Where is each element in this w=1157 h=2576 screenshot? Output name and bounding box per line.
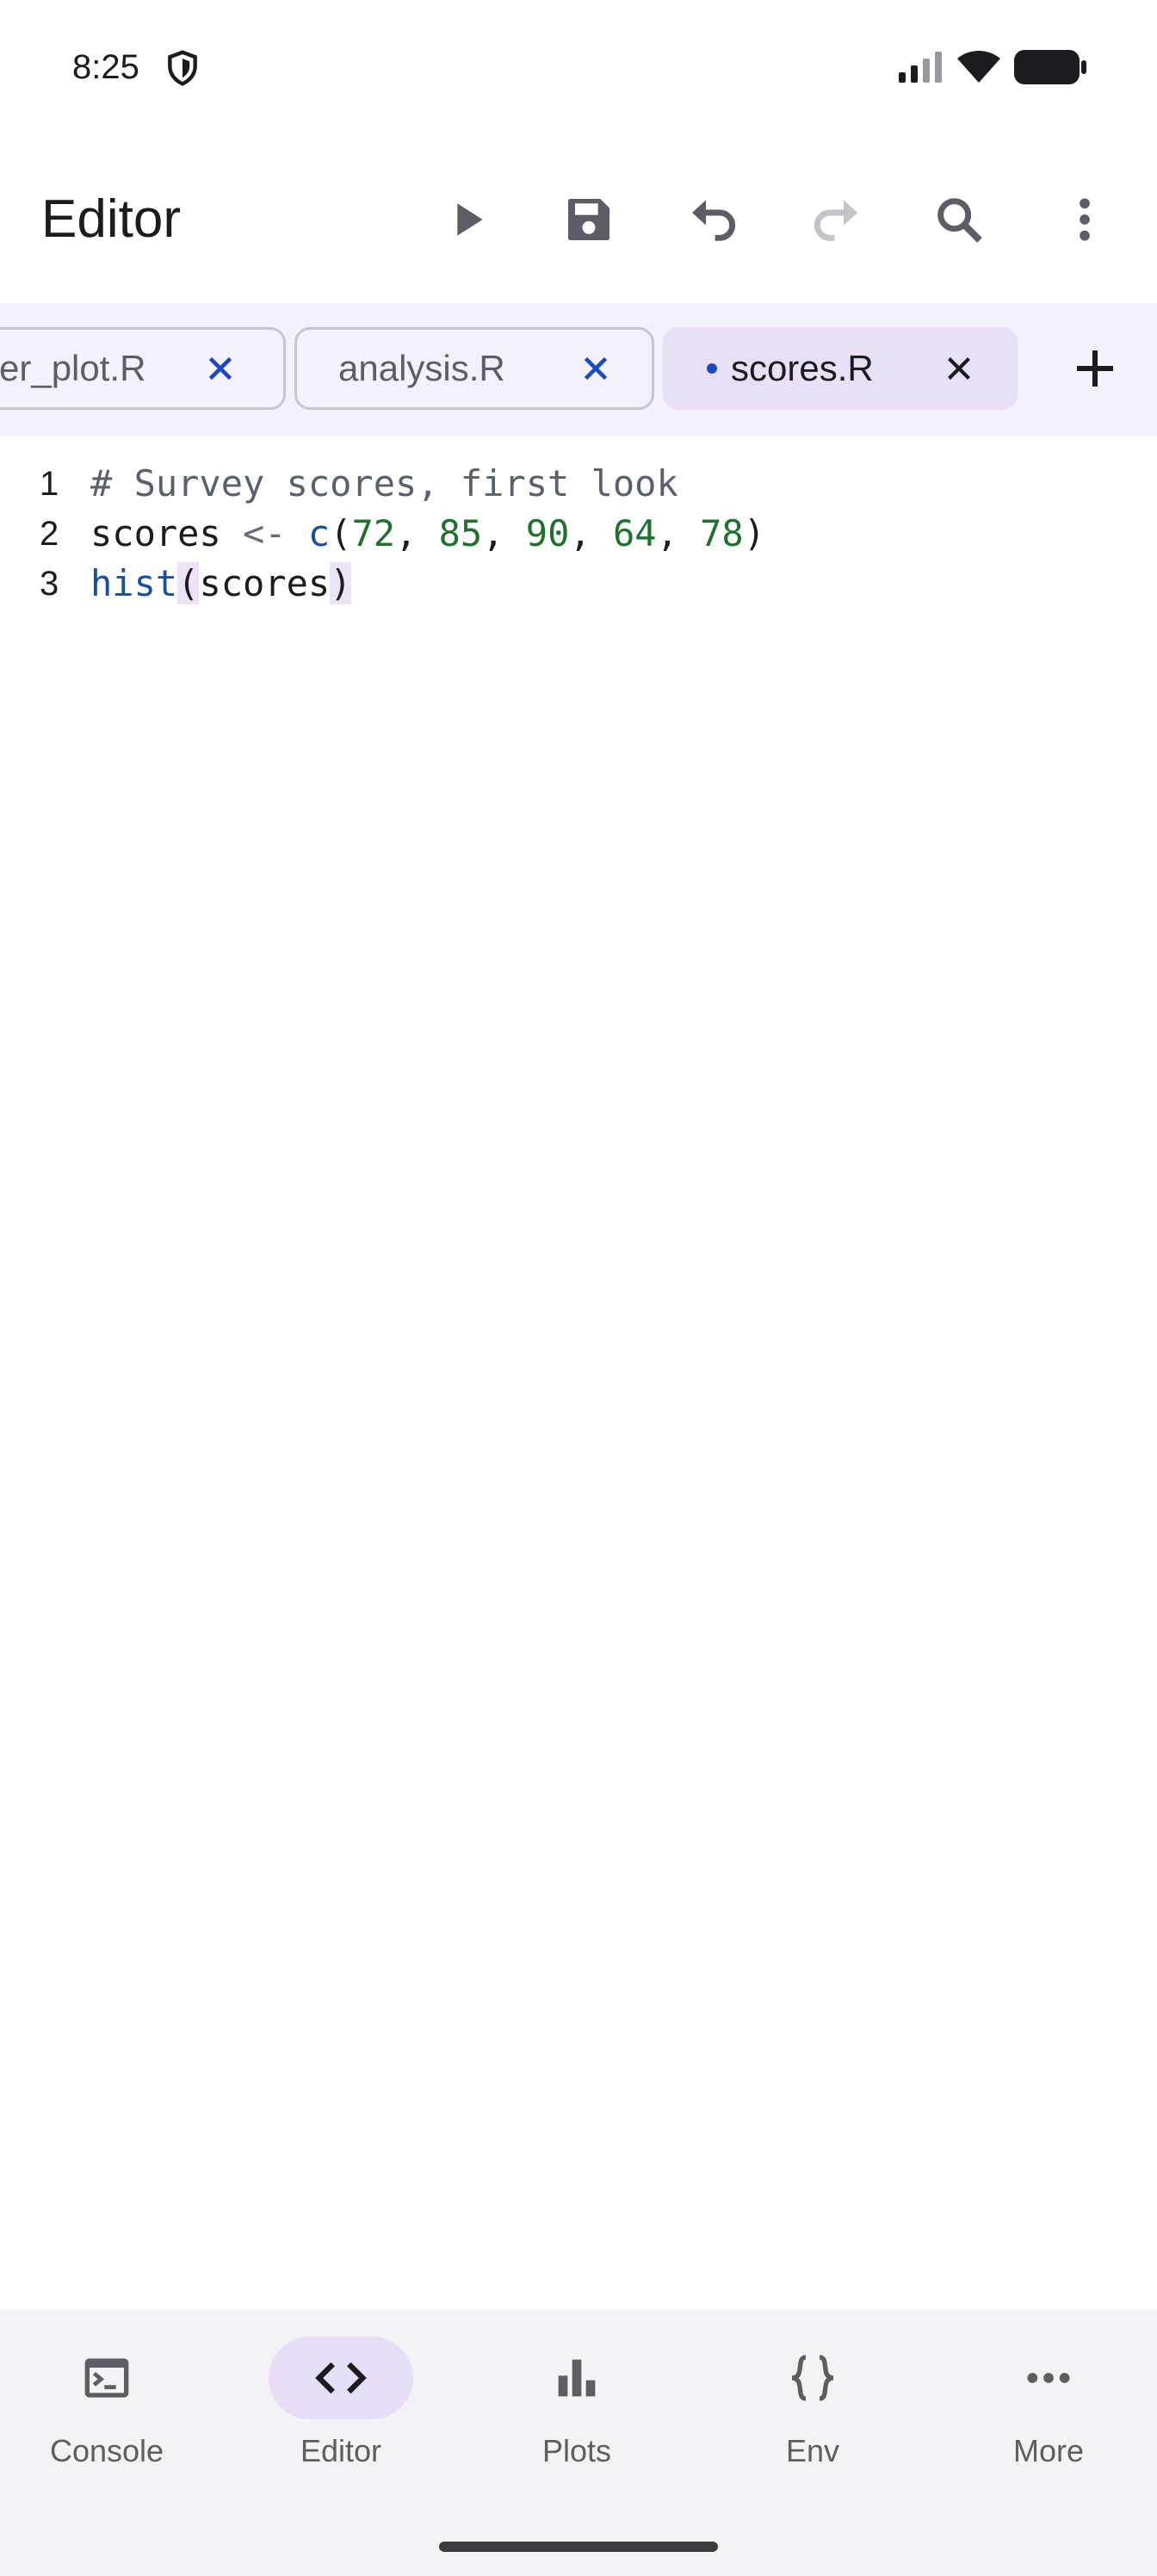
line-number: 3 [40, 565, 59, 603]
code-token: ) [743, 512, 765, 554]
tab-label: er_plot.R [0, 348, 146, 388]
nav-more[interactable]: More [959, 2337, 1131, 2483]
braces-icon [791, 2355, 834, 2401]
plus-icon [1077, 350, 1113, 387]
code-token: , [482, 512, 526, 554]
bar-chart-icon [558, 2359, 596, 2397]
shield-icon [168, 50, 197, 86]
run-icon [457, 203, 483, 236]
search-button[interactable] [916, 181, 1002, 258]
save-button[interactable] [546, 181, 632, 258]
modified-indicator [707, 363, 717, 374]
tab-label: scores.R [731, 348, 874, 388]
tab-scores[interactable]: scores.R [663, 327, 1018, 410]
search-icon [937, 198, 982, 243]
nav-env[interactable]: Env [723, 2337, 895, 2483]
code-token: scores [199, 562, 331, 604]
code-token: ) [330, 562, 352, 604]
close-icon[interactable] [201, 349, 240, 388]
save-icon [568, 199, 609, 240]
tab-label: analysis.R [338, 348, 505, 388]
home-indicator[interactable] [439, 2542, 718, 2552]
undo-icon [692, 200, 736, 241]
console-icon [84, 2358, 129, 2398]
nav-icon-container [269, 2337, 413, 2419]
page-title: Editor [41, 189, 181, 249]
code-token: c [307, 512, 331, 554]
code-text: # Survey scores, first look [90, 458, 678, 510]
close-icon[interactable] [939, 349, 979, 388]
nav-editor[interactable]: Editor [251, 2337, 424, 2483]
nav-plots[interactable]: Plots [487, 2337, 659, 2483]
overflow-menu-button[interactable] [1042, 181, 1128, 258]
code-token: 78 [700, 512, 744, 554]
code-token: 72 [351, 512, 396, 554]
nav-label: Env [785, 2433, 840, 2468]
tab-analysis[interactable]: analysis.R [294, 327, 654, 410]
code-token: 64 [612, 512, 657, 554]
code-token: ( [330, 512, 352, 554]
nav-label: More [1012, 2433, 1085, 2468]
wifi-icon [957, 51, 1000, 83]
code-token: , [395, 512, 439, 554]
code-text: hist(scores) [90, 558, 352, 610]
code-token: ( [177, 562, 200, 604]
more-horiz-icon [1027, 2373, 1070, 2383]
nav-label: Plots [541, 2433, 612, 2468]
undo-button[interactable] [670, 181, 756, 258]
add-tab-button[interactable] [1061, 327, 1129, 410]
signal-icon [899, 52, 942, 83]
nav-console[interactable]: Console [17, 2337, 189, 2483]
nav-icon-container [740, 2337, 885, 2419]
tab-er-plot[interactable]: er_plot.R [0, 327, 286, 410]
code-token: scores [90, 512, 221, 554]
nav-icon-container [34, 2337, 179, 2419]
code-token: 90 [525, 512, 570, 554]
redo-button[interactable] [794, 181, 880, 258]
code-icon [315, 2362, 367, 2394]
code-editor[interactable] [0, 436, 1157, 2309]
more-vert-icon [1080, 198, 1090, 241]
run-button[interactable] [424, 181, 510, 258]
redo-icon [814, 200, 857, 241]
line-number: 1 [40, 465, 59, 503]
code-token: 85 [438, 512, 483, 554]
code-token: hist [90, 562, 178, 604]
line-number: 2 [40, 515, 59, 553]
code-token: , [656, 512, 701, 554]
status-time: 8:25 [72, 48, 139, 86]
battery-icon [1014, 50, 1086, 84]
code-token: <- [243, 512, 287, 554]
code-text: scores <- c(72, 85, 90, 64, 78) [90, 508, 765, 560]
nav-label: Console [49, 2433, 164, 2468]
nav-label: Editor [300, 2433, 382, 2468]
code-token: # Survey scores, first look [90, 462, 678, 505]
nav-icon-container [504, 2337, 649, 2419]
nav-icon-container [976, 2337, 1121, 2419]
close-icon[interactable] [576, 349, 616, 388]
code-token: , [569, 512, 613, 554]
